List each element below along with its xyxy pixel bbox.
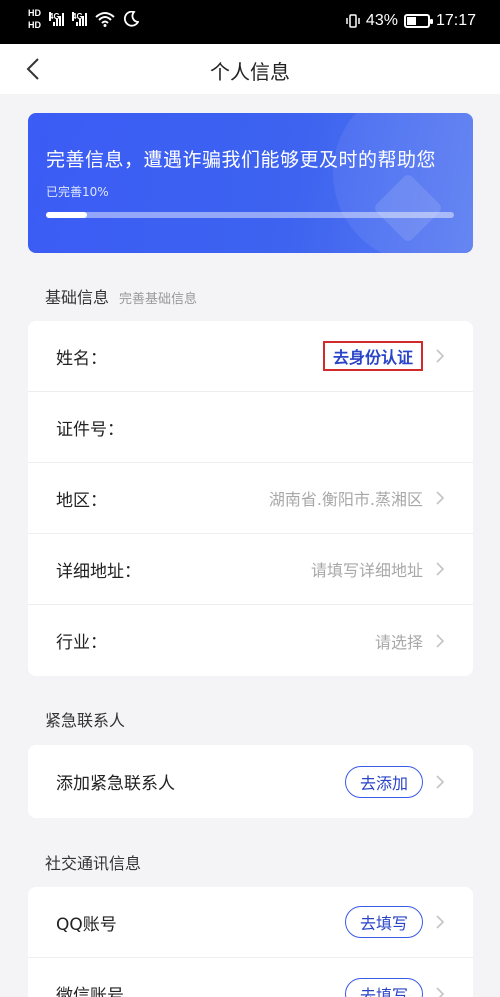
chevron-right-icon: [436, 562, 445, 576]
section-basic-title: 基础信息: [45, 288, 110, 307]
banner-title: 完善信息，遭遇诈骗我们能够更及时的帮助您: [46, 149, 437, 171]
industry-row[interactable]: 行业： 请选择: [28, 605, 473, 676]
network-type-label-2: 4G: [72, 12, 83, 21]
chevron-right-icon: [436, 633, 445, 648]
address-row[interactable]: 详细地址： 请填写详细地址: [28, 534, 473, 605]
fill-qq-button[interactable]: 去填写: [344, 906, 423, 938]
completion-banner: 完善信息，遭遇诈骗我们能够更及时的帮助您 已完善10%: [28, 113, 473, 253]
industry-placeholder: 请选择: [374, 632, 423, 652]
name-label: 姓名：: [56, 348, 107, 369]
wechat-row-right: 去填写: [344, 958, 445, 997]
region-value: 湖南省.衡阳市.蒸湘区: [268, 490, 423, 509]
industry-label: 行业：: [56, 633, 107, 653]
clock: 17:17: [435, 12, 476, 29]
completion-label: 已完善10%: [46, 185, 109, 199]
qq-row[interactable]: QQ账号 去填写: [28, 887, 473, 958]
moon-icon: [123, 11, 139, 27]
completion-progress-bar: [46, 212, 454, 218]
region-row[interactable]: 地区： 湖南省.衡阳市.蒸湘区: [28, 463, 473, 534]
qq-label: QQ账号: [56, 914, 117, 935]
add-emergency-contact-row[interactable]: 添加紧急联系人 去添加: [28, 745, 473, 818]
identity-verify-link[interactable]: 去身份认证: [322, 341, 423, 371]
basic-info-card: 姓名： 去身份认证 证件号： 地区： 湖南省.衡阳市.蒸湘区 详细地址： 请填写…: [28, 321, 473, 676]
status-bar: HD HD 4G 4G 43% 17:17: [0, 0, 500, 44]
address-row-right: 请填写详细地址: [311, 534, 445, 604]
name-row-right: 去身份认证: [322, 321, 445, 391]
hd-label-bottom: HD: [28, 20, 41, 30]
emergency-row-right: 去添加: [344, 745, 445, 818]
id-number-label: 证件号：: [56, 419, 124, 440]
chevron-right-icon: [436, 986, 445, 997]
nav-bar: 个人信息: [0, 44, 500, 94]
wechat-row[interactable]: 微信账号 去填写: [28, 958, 473, 997]
id-number-row[interactable]: 证件号：: [28, 392, 473, 463]
emergency-card: 添加紧急联系人 去添加: [28, 745, 473, 818]
add-contact-button[interactable]: 去添加: [344, 765, 423, 798]
hd-indicator: HD HD: [28, 8, 41, 30]
battery-percent: 43%: [365, 12, 398, 29]
address-label: 详细地址：: [56, 561, 141, 582]
signal-icon-2: 4G: [72, 12, 87, 26]
hd-label-top: HD: [28, 8, 41, 18]
battery-icon: [403, 14, 433, 28]
wifi-icon: [95, 12, 115, 27]
add-emergency-contact-label: 添加紧急联系人: [56, 774, 175, 794]
completion-progress-fill: [46, 212, 87, 218]
industry-row-right: 请选择: [375, 605, 445, 676]
chevron-right-icon: [436, 491, 445, 505]
signal-icon: 4G: [49, 12, 64, 26]
region-row-right: 湖南省.衡阳市.蒸湘区: [269, 463, 445, 533]
status-bar-right: 43% 17:17: [346, 12, 476, 30]
chevron-right-icon: [436, 915, 445, 929]
name-row[interactable]: 姓名： 去身份认证: [28, 321, 473, 392]
network-type-label: 4G: [49, 12, 60, 21]
vibrate-icon: [346, 14, 360, 28]
social-card: QQ账号 去填写 微信账号 去填写: [28, 887, 473, 997]
page-title: 个人信息: [210, 60, 290, 84]
chevron-right-icon: [436, 349, 445, 363]
address-placeholder: 请填写详细地址: [310, 561, 423, 580]
wechat-label: 微信账号: [56, 986, 124, 997]
region-label: 地区：: [56, 490, 107, 511]
section-social-title: 社交通讯信息: [45, 854, 142, 873]
status-bar-left: HD HD 4G 4G: [28, 8, 139, 30]
fill-wechat-button[interactable]: 去填写: [344, 977, 423, 997]
chevron-right-icon: [436, 774, 445, 789]
section-basic-subtitle: 完善基础信息: [119, 292, 198, 307]
battery-fill: [406, 17, 416, 25]
section-basic-info: 基础信息 完善基础信息: [45, 284, 197, 308]
qq-row-right: 去填写: [344, 887, 445, 957]
section-emergency-title: 紧急联系人: [45, 711, 126, 730]
